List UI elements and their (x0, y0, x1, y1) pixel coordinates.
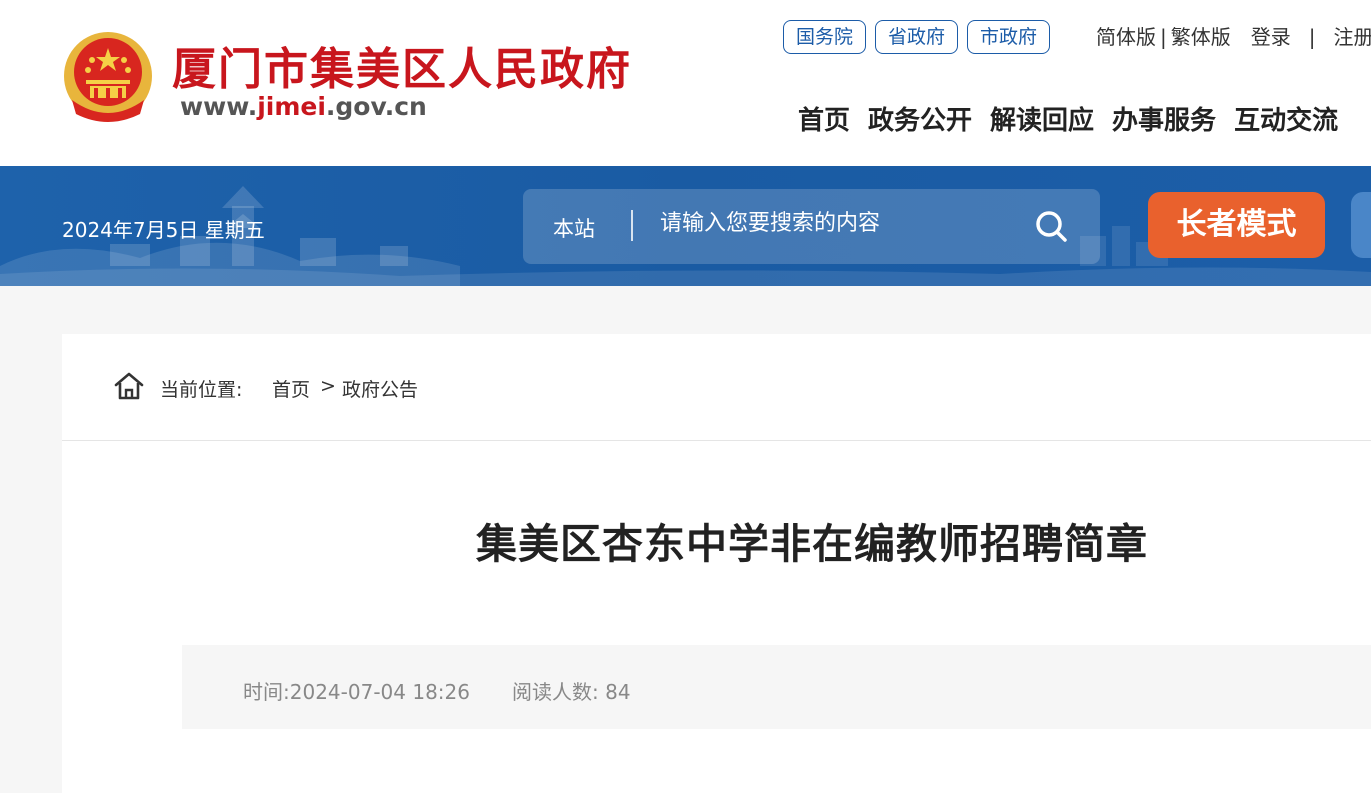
search-icon[interactable] (1033, 208, 1069, 244)
login-link[interactable]: 登录 (1251, 25, 1291, 49)
accessibility-button[interactable] (1351, 192, 1371, 258)
util-separator: | (1160, 25, 1167, 49)
banner: 2024年7月5日 星期五 本站 长者模式 (0, 166, 1371, 286)
top-utility-links: 简体版 | 繁体版 登录 | 注册 (1096, 22, 1371, 52)
search-box: 本站 (523, 189, 1100, 264)
nav-interaction[interactable]: 互动交流 (1234, 100, 1338, 137)
site-url: www.jimei.gov.cn (180, 92, 427, 121)
gov-links: 国务院 省政府 市政府 (783, 20, 1051, 54)
breadcrumb-separator: > (320, 375, 336, 397)
search-input[interactable] (660, 211, 1020, 236)
register-link[interactable]: 注册 (1334, 25, 1371, 49)
gov-link-city[interactable]: 市政府 (967, 20, 1051, 54)
read-count: 阅读人数: 84 (512, 680, 631, 704)
nav-interpretation[interactable]: 解读回应 (990, 100, 1094, 137)
breadcrumb-current-link[interactable]: 政府公告 (342, 375, 418, 402)
breadcrumb-home-link[interactable]: 首页 (272, 375, 310, 402)
nav-home[interactable]: 首页 (798, 100, 850, 137)
article-meta: 时间:2024-07-04 18:26 阅读人数: 84 (182, 645, 1371, 729)
site-header: 厦门市集美区人民政府 www.jimei.gov.cn 国务院 省政府 市政府 … (0, 0, 1371, 166)
home-icon (114, 372, 144, 400)
article-container: 当前位置: 首页 > 政府公告 集美区杏东中学非在编教师招聘简章 时间:2024… (62, 334, 1371, 793)
search-scope[interactable]: 本站 (553, 213, 595, 243)
traditional-version-link[interactable]: 繁体版 (1171, 25, 1231, 49)
gov-link-state-council[interactable]: 国务院 (783, 20, 867, 54)
nav-services[interactable]: 办事服务 (1112, 100, 1216, 137)
article-title: 集美区杏东中学非在编教师招聘简章 (476, 520, 1148, 568)
breadcrumb: 当前位置: 首页 > 政府公告 (62, 334, 1371, 441)
elder-mode-button[interactable]: 长者模式 (1148, 192, 1325, 258)
nav-gov-affairs[interactable]: 政务公开 (868, 100, 972, 137)
site-name: 厦门市集美区人民政府 (172, 44, 632, 95)
national-emblem-icon (64, 32, 152, 122)
main-nav: 首页 政务公开 解读回应 办事服务 互动交流 (798, 100, 1338, 137)
search-divider (631, 210, 633, 241)
current-date: 2024年7月5日 星期五 (62, 218, 265, 242)
gov-link-province[interactable]: 省政府 (875, 20, 959, 54)
simplified-version-link[interactable]: 简体版 (1096, 25, 1156, 49)
util-separator: | (1308, 25, 1316, 49)
breadcrumb-label: 当前位置: (160, 379, 243, 401)
publish-time: 时间:2024-07-04 18:26 (243, 680, 470, 704)
